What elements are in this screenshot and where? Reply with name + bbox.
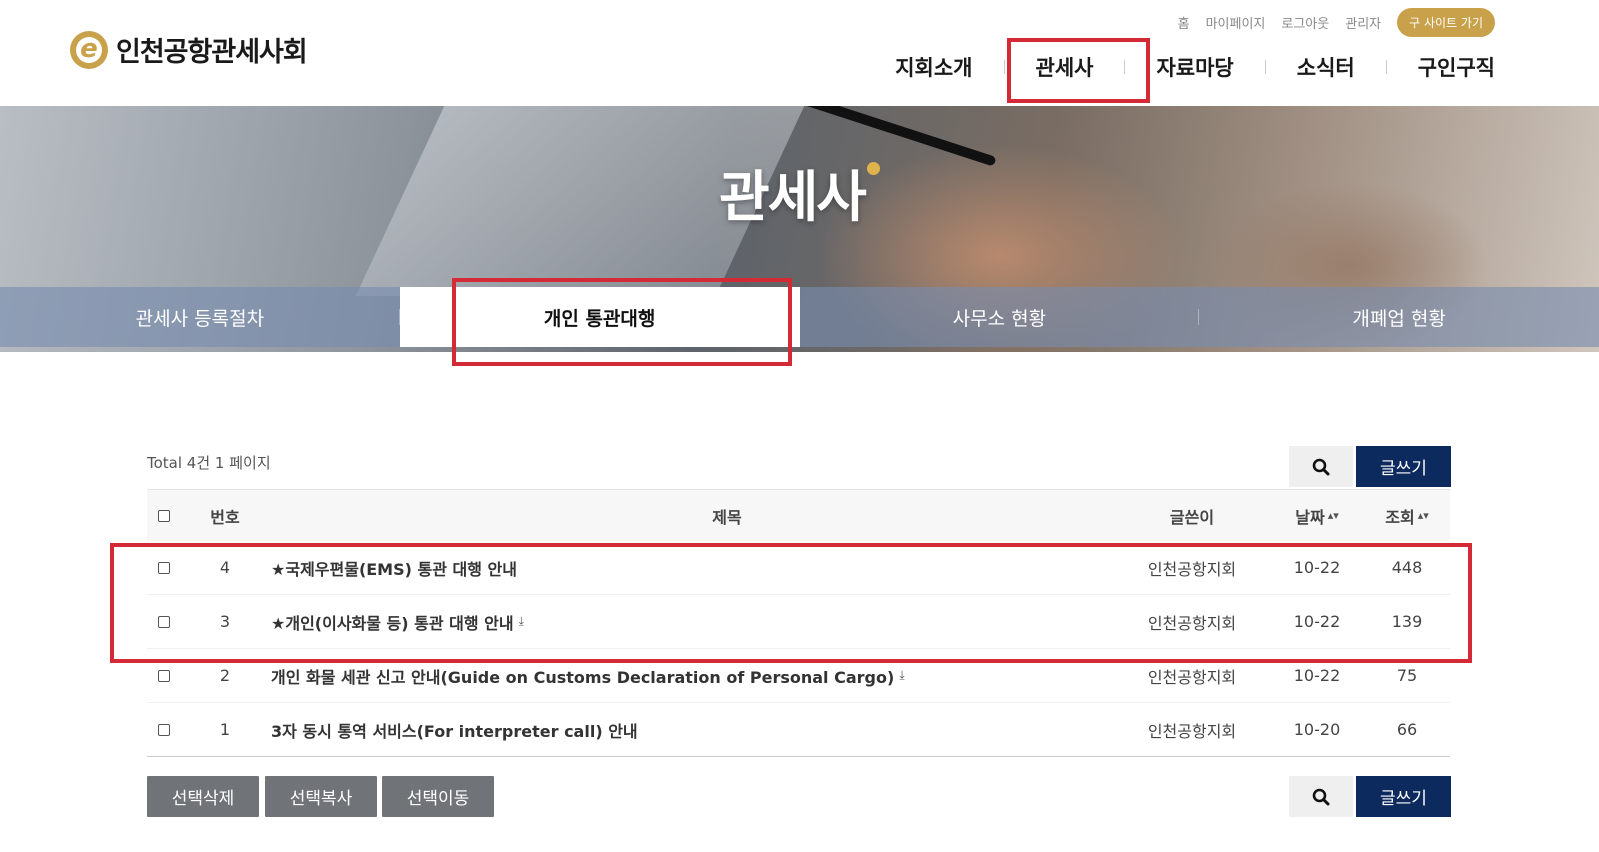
old-site-button[interactable]: 구 사이트 가기 (1397, 8, 1495, 37)
table-header: 번호 제목 글쓴이 날짜 ▴▾ 조회 ▴▾ (147, 489, 1450, 541)
row-title-link[interactable]: ★국제우편물(EMS) 통관 대행 안내 (271, 541, 517, 594)
table-row: 4 ★국제우편물(EMS) 통관 대행 안내 인천공항지회 10-22 448 (147, 541, 1450, 595)
table-row: 3 ★개인(이사화물 등) 통관 대행 안내 ⤓ 인천공항지회 10-22 139 (147, 595, 1450, 649)
search-button[interactable] (1289, 446, 1353, 487)
row-num: 3 (219, 612, 231, 631)
row-date: 10-22 (1293, 666, 1341, 685)
row-hits: 448 (1391, 558, 1423, 577)
subtab-open-close-status[interactable]: 개폐업 현황 (1199, 287, 1599, 347)
row-author: 인천공항지회 (1147, 613, 1237, 633)
hero-banner: 관세사 관세사 등록절차 개인 통관대행 사무소 현황 개폐업 현황 (0, 106, 1599, 352)
header-date-sort[interactable]: 날짜 ▴▾ (1277, 490, 1357, 541)
sort-icon: ▴▾ (1417, 509, 1429, 522)
row-checkbox-cell (158, 541, 170, 594)
row-title: 3자 동시 통역 서비스(For interpreter call) 안내 (271, 721, 638, 741)
table-row: 1 3자 동시 통역 서비스(For interpreter call) 안내 … (147, 703, 1450, 757)
main-nav: 지회소개 관세사 자료마당 소식터 구인구직 (864, 52, 1495, 82)
search-icon (1312, 788, 1330, 805)
write-button-bottom[interactable]: 글쓰기 (1356, 776, 1451, 817)
subtab-office-status[interactable]: 사무소 현황 (799, 287, 1200, 347)
row-title: ★국제우편물(EMS) 통관 대행 안내 (271, 559, 517, 579)
copy-selected-button[interactable]: 선택복사 (265, 776, 377, 817)
row-num: 2 (219, 666, 231, 685)
util-link-logout[interactable]: 로그아웃 (1281, 13, 1329, 32)
row-author: 인천공항지회 (1147, 559, 1237, 579)
nav-item-resources[interactable]: 자료마당 (1125, 52, 1264, 82)
row-title-link[interactable]: ★개인(이사화물 등) 통관 대행 안내 ⤓ (271, 595, 524, 648)
row-checkbox-cell (158, 703, 170, 756)
subtab-registration[interactable]: 관세사 등록절차 (0, 287, 400, 347)
total-count: Total 4건 1 페이지 (147, 454, 271, 472)
site-header: 인천공항관세사회 홈 마이페이지 로그아웃 관리자 구 사이트 가기 지회소개 … (0, 0, 1599, 106)
row-num: 1 (219, 720, 231, 739)
board-table: 번호 제목 글쓴이 날짜 ▴▾ 조회 ▴▾ 4 ★국제우편물(EMS) 통관 대행 … (147, 489, 1450, 757)
site-logo[interactable]: 인천공항관세사회 (70, 30, 308, 69)
subtab-label: 사무소 현황 (952, 307, 1047, 330)
row-author: 인천공항지회 (1147, 721, 1237, 741)
row-title: ★개인(이사화물 등) 통관 대행 안내 (271, 613, 514, 633)
nav-item-jobs[interactable]: 구인구직 (1387, 52, 1495, 82)
header-hits-label: 조회 (1385, 507, 1415, 527)
row-title-link[interactable]: 개인 화물 세관 신고 안내(Guide on Customs Declarat… (271, 649, 905, 702)
row-author: 인천공항지회 (1147, 667, 1237, 687)
util-link-mypage[interactable]: 마이페이지 (1206, 13, 1266, 32)
row-checkbox[interactable] (158, 723, 170, 736)
row-checkbox[interactable] (158, 669, 170, 682)
row-hits: 66 (1396, 720, 1418, 739)
row-date: 10-20 (1293, 720, 1341, 739)
subtab-personal-clearance[interactable]: 개인 통관대행 (399, 287, 800, 347)
header-author: 글쓴이 (1169, 507, 1215, 527)
subtab-label: 관세사 등록절차 (135, 307, 265, 330)
row-checkbox[interactable] (158, 615, 170, 628)
row-hits: 139 (1391, 612, 1423, 631)
page-title-text: 관세사 (719, 165, 867, 229)
nav-item-customs-broker[interactable]: 관세사 (1005, 52, 1125, 82)
logo-text: 인천공항관세사회 (116, 37, 308, 68)
search-icon (1312, 458, 1330, 475)
utility-links: 홈 마이페이지 로그아웃 관리자 구 사이트 가기 (1162, 8, 1495, 37)
header-date-label: 날짜 (1295, 507, 1325, 527)
download-icon: ⤓ (518, 614, 524, 628)
logo-mark-icon (70, 30, 108, 69)
row-date: 10-22 (1293, 558, 1341, 577)
row-title: 개인 화물 세관 신고 안내(Guide on Customs Declarat… (271, 667, 895, 687)
search-button-bottom[interactable] (1289, 776, 1353, 817)
header-hits-sort[interactable]: 조회 ▴▾ (1367, 490, 1447, 541)
util-link-admin[interactable]: 관리자 (1345, 13, 1381, 32)
row-checkbox-cell (158, 649, 170, 702)
row-hits: 75 (1396, 666, 1418, 685)
move-selected-button[interactable]: 선택이동 (382, 776, 494, 817)
write-button[interactable]: 글쓰기 (1356, 446, 1451, 487)
page-title: 관세사 (0, 152, 1599, 232)
row-date: 10-22 (1293, 612, 1341, 631)
row-title-link[interactable]: 3자 동시 통역 서비스(For interpreter call) 안내 (271, 703, 638, 756)
row-checkbox[interactable] (158, 561, 170, 574)
download-icon: ⤓ (899, 668, 905, 682)
title-dot-icon (866, 162, 880, 175)
nav-item-news[interactable]: 소식터 (1266, 52, 1386, 82)
sub-navigation: 관세사 등록절차 개인 통관대행 사무소 현황 개폐업 현황 (0, 287, 1599, 347)
table-row: 2 개인 화물 세관 신고 안내(Guide on Customs Declar… (147, 649, 1450, 703)
subtab-label: 개폐업 현황 (1352, 307, 1446, 330)
sort-icon: ▴▾ (1327, 509, 1339, 522)
subtab-label: 개인 통관대행 (543, 307, 656, 330)
nav-item-about[interactable]: 지회소개 (864, 52, 1003, 82)
util-link-home[interactable]: 홈 (1178, 13, 1190, 32)
row-checkbox-cell (158, 595, 170, 648)
delete-selected-button[interactable]: 선택삭제 (147, 776, 259, 817)
row-num: 4 (219, 558, 231, 577)
